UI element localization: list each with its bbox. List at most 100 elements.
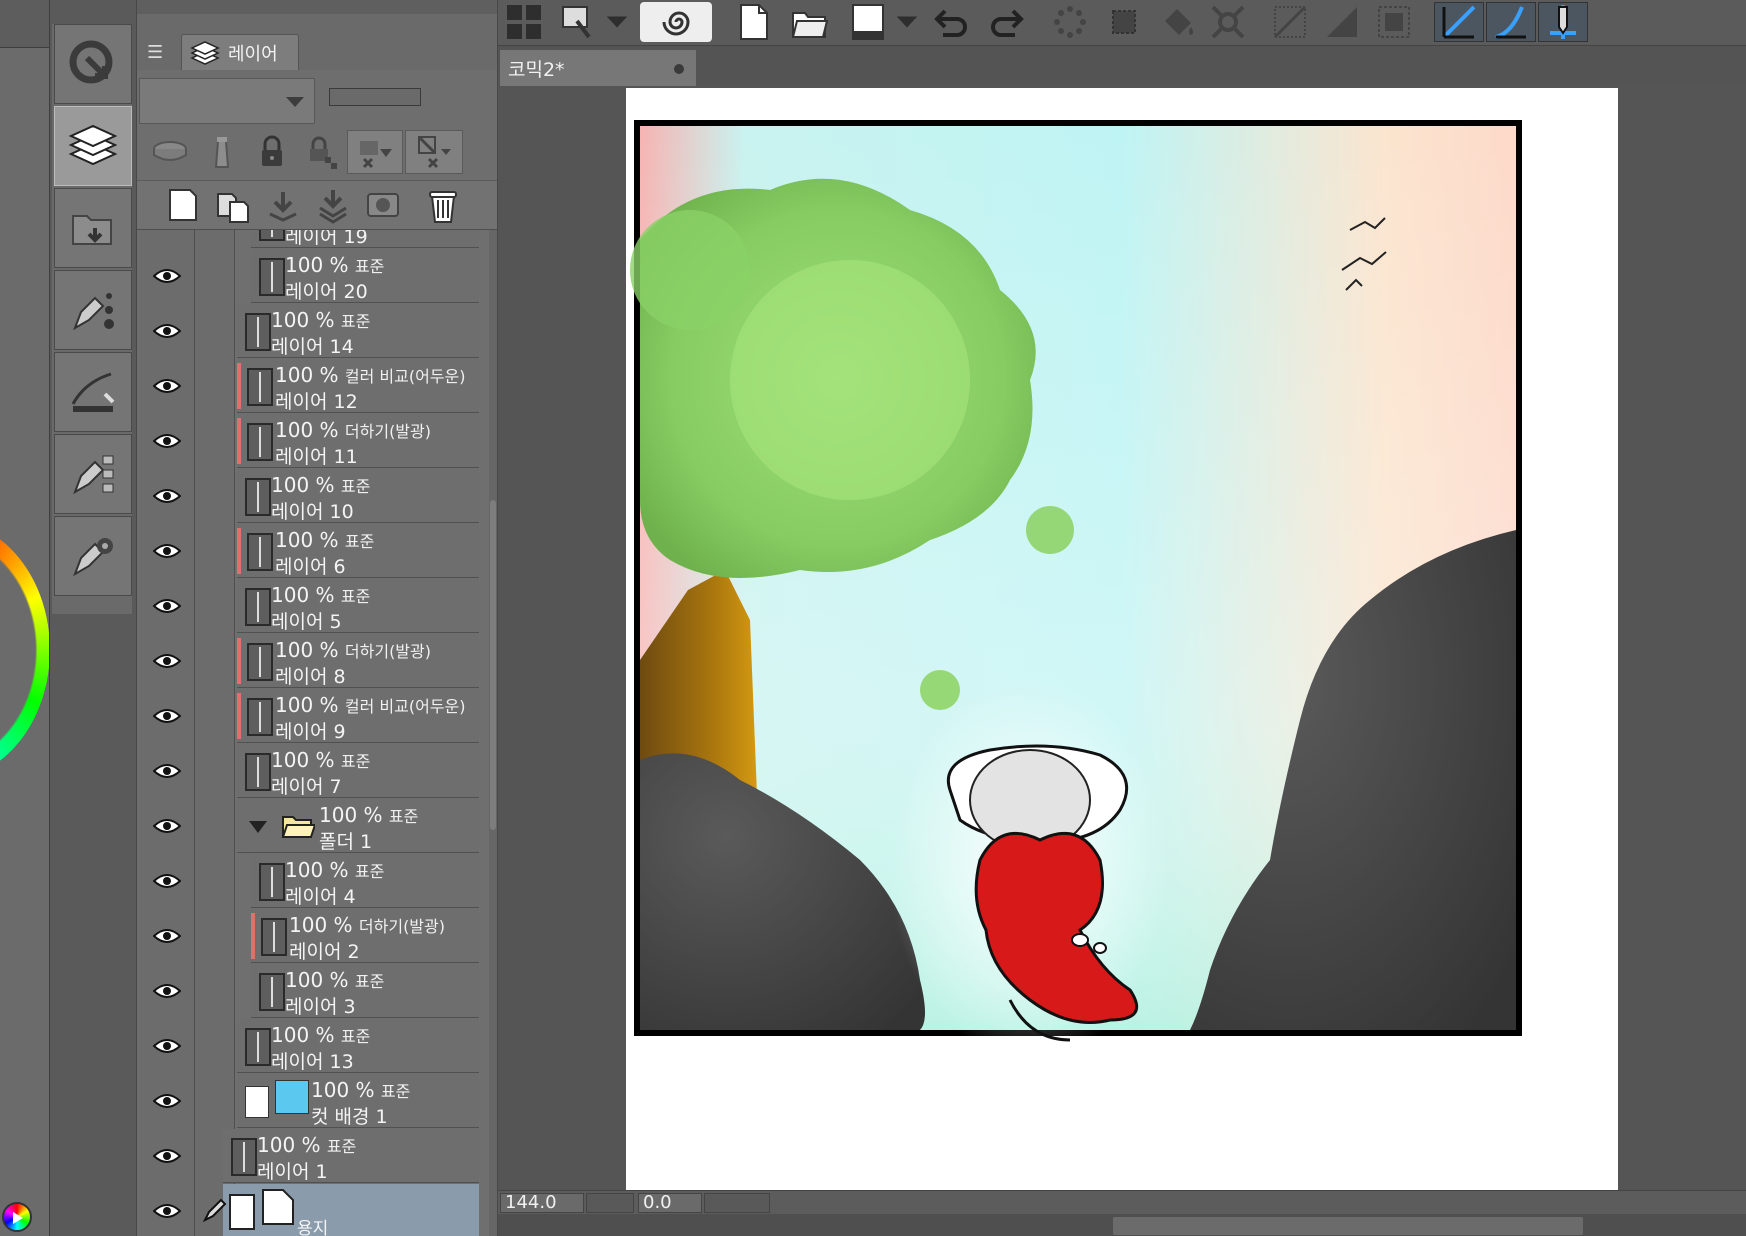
grid-button[interactable]	[504, 2, 544, 42]
layer-row[interactable]: 용지	[223, 1184, 479, 1236]
horizontal-scrollbar[interactable]	[1113, 1217, 1583, 1235]
layer-list[interactable]: 100 % 표준레이어 19100 % 표준레이어 20100 % 표준레이어 …	[139, 230, 491, 1236]
panel-menu-icon[interactable]: ☰	[147, 42, 163, 63]
folder-collapse-icon[interactable]	[249, 821, 267, 833]
canvas-area[interactable]	[498, 86, 1746, 1190]
eye-icon[interactable]	[153, 982, 181, 1000]
eye-icon[interactable]	[153, 267, 181, 285]
import-tool-button[interactable]	[54, 188, 132, 268]
line-button[interactable]	[1268, 2, 1312, 42]
layer-row[interactable]: 100 % 표준 레이어 5	[237, 579, 479, 633]
gradient-button[interactable]	[1320, 2, 1364, 42]
transform-icon	[562, 6, 591, 39]
layer-row[interactable]: 100 % 표준 레이어 4	[251, 854, 479, 908]
eye-icon[interactable]	[153, 1092, 181, 1110]
layer-row[interactable]: 100 % 컬러 비교(어두운) 레이어 12	[237, 359, 479, 413]
paper[interactable]	[626, 88, 1618, 1190]
eye-icon[interactable]	[153, 322, 181, 340]
color-wheel[interactable]	[0, 520, 49, 780]
open-folder-icon	[791, 12, 829, 38]
save-button[interactable]	[848, 2, 888, 42]
clip-mask-button[interactable]	[347, 130, 403, 174]
close-tab-icon[interactable]	[674, 64, 684, 74]
delete-layer-button[interactable]	[419, 183, 467, 227]
eye-icon[interactable]	[153, 652, 181, 670]
layer-row[interactable]: 100 % 표준 레이어 14	[237, 304, 479, 358]
eye-icon[interactable]	[153, 597, 181, 615]
draft-layer-button[interactable]	[197, 130, 247, 174]
layer-name: 레이어 1	[257, 1161, 328, 1183]
layer-row[interactable]: 100 % 표준 레이어 3	[251, 964, 479, 1018]
save-dropdown[interactable]	[892, 2, 922, 42]
tab-layer[interactable]: 레이어	[181, 34, 299, 70]
layer-row[interactable]: 100 % 표준 컷 배경 1	[237, 1074, 479, 1128]
layer-row[interactable]: 100 % 표준 레이어 6	[237, 524, 479, 578]
layer-row[interactable]: 100 % 표준 레이어 13	[237, 1019, 479, 1073]
rotation-field[interactable]: 0.0	[638, 1193, 702, 1213]
lock-layer-button[interactable]	[247, 130, 297, 174]
layer-row[interactable]: 100 % 표준 레이어 1	[223, 1129, 479, 1183]
reference-layer-button[interactable]	[405, 130, 463, 174]
blend-mode-select[interactable]	[139, 78, 315, 124]
new-vector-layer-button[interactable]	[211, 183, 255, 227]
fill-button[interactable]	[1156, 2, 1200, 42]
select-button[interactable]	[1102, 2, 1146, 42]
eye-icon[interactable]	[153, 872, 181, 890]
eye-icon[interactable]	[153, 817, 181, 835]
open-button[interactable]	[788, 2, 832, 42]
combine-button[interactable]	[311, 183, 355, 227]
undo-button[interactable]	[930, 2, 974, 42]
eye-icon[interactable]	[153, 1202, 181, 1220]
rotation-slider[interactable]	[704, 1193, 770, 1213]
spiral-button[interactable]	[640, 2, 712, 42]
layer-row[interactable]: 100 % 표준레이어 19	[251, 230, 479, 248]
layer-scrollbar[interactable]	[489, 230, 497, 1236]
eye-icon[interactable]	[153, 432, 181, 450]
panel-title-bar[interactable]	[137, 0, 497, 14]
transform-dropdown[interactable]	[602, 2, 632, 42]
eye-icon[interactable]	[153, 1037, 181, 1055]
curve-ruler-button[interactable]	[1486, 2, 1536, 42]
layer-row[interactable]: 100 % 표준 레이어 7	[237, 744, 479, 798]
opacity-slider[interactable]	[329, 88, 421, 106]
mask-button[interactable]	[361, 183, 405, 227]
zoom-tool-button[interactable]	[54, 24, 132, 104]
zoom-slider[interactable]	[586, 1193, 634, 1213]
eye-icon[interactable]	[153, 1147, 181, 1165]
layer-row[interactable]: 100 % 표준 레이어 20	[251, 249, 479, 303]
new-file-button[interactable]	[734, 2, 774, 42]
merge-down-button[interactable]	[261, 183, 305, 227]
ruler-button[interactable]	[1206, 2, 1250, 42]
lock-transparent-button[interactable]	[297, 130, 347, 174]
zoom-field[interactable]: 144.0	[500, 1193, 584, 1213]
edit-target-pen-icon[interactable]	[201, 1196, 229, 1224]
layer-row[interactable]: 100 % 표준 레이어 10	[237, 469, 479, 523]
eye-icon[interactable]	[153, 487, 181, 505]
new-raster-layer-button[interactable]	[161, 183, 205, 227]
document-tab[interactable]: 코믹2*	[500, 50, 696, 86]
palette-color-button[interactable]	[145, 130, 195, 174]
eye-icon[interactable]	[153, 542, 181, 560]
eye-icon[interactable]	[153, 927, 181, 945]
eye-icon[interactable]	[153, 377, 181, 395]
eye-icon[interactable]	[153, 707, 181, 725]
eye-icon[interactable]	[153, 762, 181, 780]
layer-row[interactable]: 100 % 컬러 비교(어두운) 레이어 9	[237, 689, 479, 743]
redo-button[interactable]	[984, 2, 1028, 42]
layer-row[interactable]: 100 % 더하기(발광) 레이어 2	[251, 909, 479, 963]
ruler-snap-button[interactable]	[1434, 2, 1484, 42]
pencil-ruler-button[interactable]	[1538, 2, 1588, 42]
pen-tool-button[interactable]	[54, 270, 132, 350]
layer-row[interactable]: 100 % 더하기(발광) 레이어 11	[237, 414, 479, 468]
color-mode-icon[interactable]	[2, 1202, 32, 1232]
layer-tool-button[interactable]	[54, 106, 132, 186]
transform-button[interactable]	[558, 2, 598, 42]
snap-icon	[1054, 6, 1086, 38]
snap-button[interactable]	[1048, 2, 1092, 42]
layer-row[interactable]: 100 % 더하기(발광) 레이어 8	[237, 634, 479, 688]
subtool-button[interactable]	[54, 434, 132, 514]
tool-settings-button[interactable]	[54, 516, 132, 596]
frame-button[interactable]	[1372, 2, 1416, 42]
stroke-tool-button[interactable]	[54, 352, 132, 432]
layer-row[interactable]: 100 % 표준 폴더 1	[237, 799, 479, 853]
